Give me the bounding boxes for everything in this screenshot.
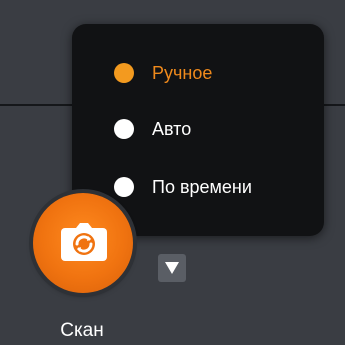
scan-panel: Ручное Авто По времени Скан bbox=[0, 0, 345, 345]
radio-selected-icon bbox=[114, 63, 134, 83]
triangle-down-icon bbox=[165, 262, 179, 274]
top-hint-text bbox=[60, 0, 150, 8]
scan-mode-dropdown-button[interactable] bbox=[158, 254, 186, 282]
scan-mode-option-label: По времени bbox=[152, 176, 252, 197]
radio-unselected-icon bbox=[114, 177, 134, 197]
radio-unselected-icon bbox=[114, 119, 134, 139]
scan-mode-option-manual[interactable]: Ручное bbox=[72, 53, 324, 93]
scan-mode-option-label: Авто bbox=[152, 118, 192, 139]
camera-icon bbox=[61, 223, 107, 261]
scan-mode-option-label: Ручное bbox=[152, 62, 213, 83]
scan-mode-option-auto[interactable]: Авто bbox=[72, 109, 324, 149]
scan-button-label: Скан bbox=[60, 320, 104, 341]
scan-button[interactable] bbox=[33, 193, 133, 293]
